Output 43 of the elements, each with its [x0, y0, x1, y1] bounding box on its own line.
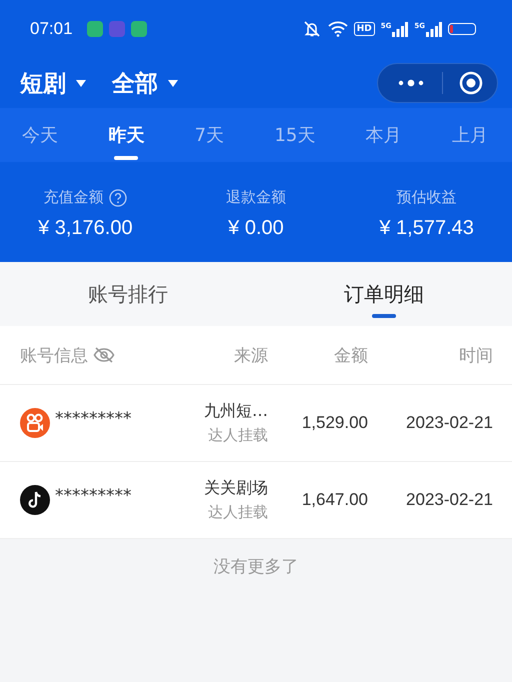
help-icon[interactable]: [109, 188, 128, 206]
account-name: *********: [55, 409, 132, 429]
amount-cell: 1,647.00: [302, 490, 368, 510]
source-name: 九州短…: [204, 401, 268, 422]
source-name: 关关剧场: [204, 478, 268, 499]
stat-label: 充值金额: [43, 188, 104, 207]
caret-icon: [168, 80, 178, 86]
stat-value: ¥ 1,577.43: [379, 217, 474, 240]
column-header: 来源: [234, 344, 268, 366]
filter-dropdown[interactable]: 短剧: [20, 68, 86, 98]
more-icon[interactable]: [396, 78, 426, 88]
amount-cell: 1,529.00: [302, 413, 368, 433]
period-tab[interactable]: 7天: [186, 108, 232, 162]
section-tab[interactable]: 订单明细: [256, 262, 512, 326]
date-cell: 2023-02-21: [406, 490, 493, 510]
stat-value: ¥ 3,176.00: [38, 217, 133, 240]
stat-value: ¥ 0.00: [228, 217, 284, 240]
period-tab[interactable]: 上月: [444, 108, 496, 162]
stat-label: 预估收益: [396, 188, 457, 207]
source-type: 达人挂载: [208, 503, 268, 522]
music-note-icon: [20, 485, 50, 515]
camera-logo-icon: [20, 408, 50, 438]
period-tab[interactable]: 本月: [358, 108, 410, 162]
stat-label: 退款金额: [226, 188, 286, 207]
end-of-list-text: 没有更多了: [214, 556, 298, 578]
status-time: 07:01: [30, 19, 73, 39]
period-tab[interactable]: 15天: [266, 108, 324, 162]
battery-icon: [448, 23, 476, 35]
column-header: 金额: [334, 344, 368, 366]
wifi-icon: [328, 21, 348, 37]
column-header: 时间: [459, 344, 493, 366]
filter-dropdown[interactable]: 全部: [112, 68, 178, 98]
column-header: 账号信息: [20, 344, 88, 366]
period-tab[interactable]: 昨天: [100, 108, 152, 162]
bell-muted-icon: [302, 20, 322, 38]
eye-hidden-icon[interactable]: [93, 347, 115, 363]
account-name: *********: [55, 486, 132, 506]
caret-icon: [76, 80, 86, 86]
source-type: 达人挂载: [208, 426, 268, 445]
period-tab[interactable]: 今天: [14, 108, 66, 162]
date-cell: 2023-02-21: [406, 413, 493, 433]
hd-badge: HD: [354, 22, 375, 36]
section-tab[interactable]: 账号排行: [0, 262, 256, 326]
